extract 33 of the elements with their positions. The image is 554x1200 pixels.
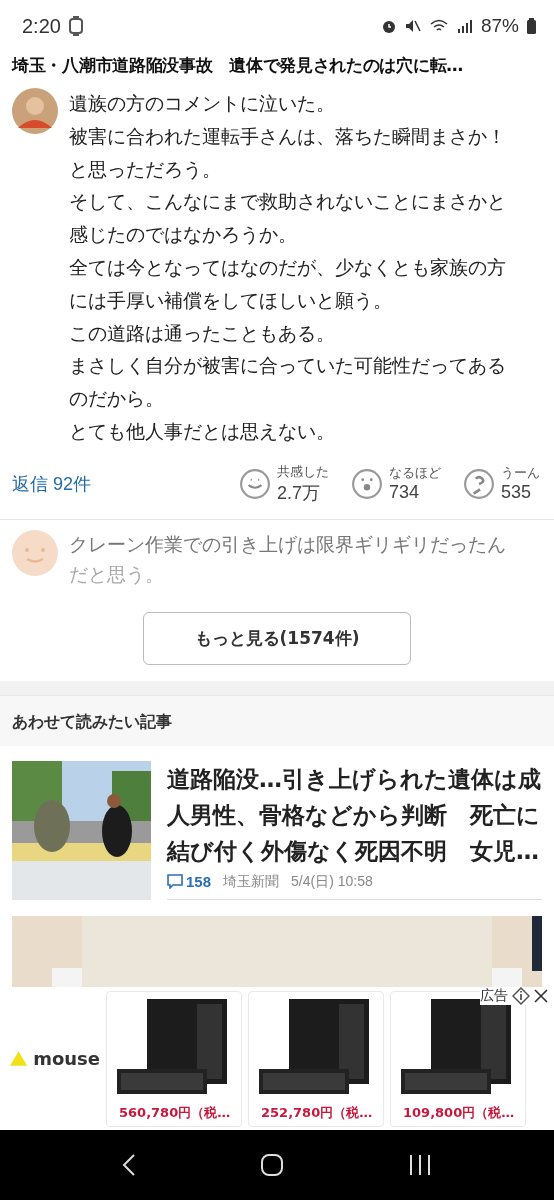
triangle-icon [10, 1050, 28, 1067]
signal-icon [456, 18, 473, 34]
article-link[interactable]: 道路陥没…引き上げられた遺体は成人男性、骨格などから判断 死亡に結び付く外傷なく死因不明 女児… [167, 760, 542, 869]
surprised-face-icon [351, 467, 383, 500]
recent-apps-icon[interactable] [408, 1154, 432, 1176]
watch-icon [68, 16, 83, 36]
article-date: 5/4(日) 10:58 [291, 872, 373, 891]
section-heading: あわせて読みたい記事 [0, 694, 554, 746]
more-button[interactable]: もっと見る(1574件) [143, 611, 411, 665]
mute-icon [404, 18, 421, 34]
product-card[interactable]: 560,780円（税… [106, 990, 242, 1127]
comment-count: 158 [167, 873, 212, 891]
comment-icon [167, 874, 183, 890]
avatar [12, 88, 58, 134]
avatar [12, 529, 58, 576]
comment-text: クレーン作業での引き上げは限界ギリギリだったん だと思う。 [69, 531, 506, 588]
alarm-icon [380, 18, 397, 34]
battery-icon [527, 18, 536, 34]
battery-percent: 87% [480, 15, 519, 37]
replies-link[interactable]: 返信 92件 [12, 471, 217, 496]
article-source: 埼玉新聞 [223, 872, 280, 891]
smile-icon [239, 467, 271, 500]
status-time: 2:20 [22, 14, 61, 38]
close-icon[interactable] [534, 989, 548, 1003]
brand-logo[interactable]: mouse [10, 1048, 100, 1069]
comment-text: 遺族の方のコメントに泣いた。 被害に合われた運転手さんは、落ちた瞬間まさか！ と思っただろう。 そして、こんなにまで救助されないことにまさかと 感じたのではなかろうか。 全ては今となってはなのだが、少なくとも家族の方 には手厚い補償をしてほしいと願う。 この道路は通ったこともある。 まさしく自分が被害に合っていた可能性だってある のだから。 とても他人事だとは思えない。 [69, 91, 506, 445]
reaction-button[interactable]: うーん 535 [463, 464, 540, 504]
product-card[interactable]: 252,780円（税… [248, 990, 384, 1127]
article-title: 埼玉・八潮市道路陥没事故 遺体で発見されたのは穴に転… [10, 54, 464, 77]
reaction-button[interactable]: なるほど 734 [351, 464, 441, 504]
reaction-button[interactable]: 共感した 2.7万 [239, 462, 329, 505]
back-icon[interactable] [122, 1153, 136, 1177]
home-icon[interactable] [260, 1153, 284, 1177]
